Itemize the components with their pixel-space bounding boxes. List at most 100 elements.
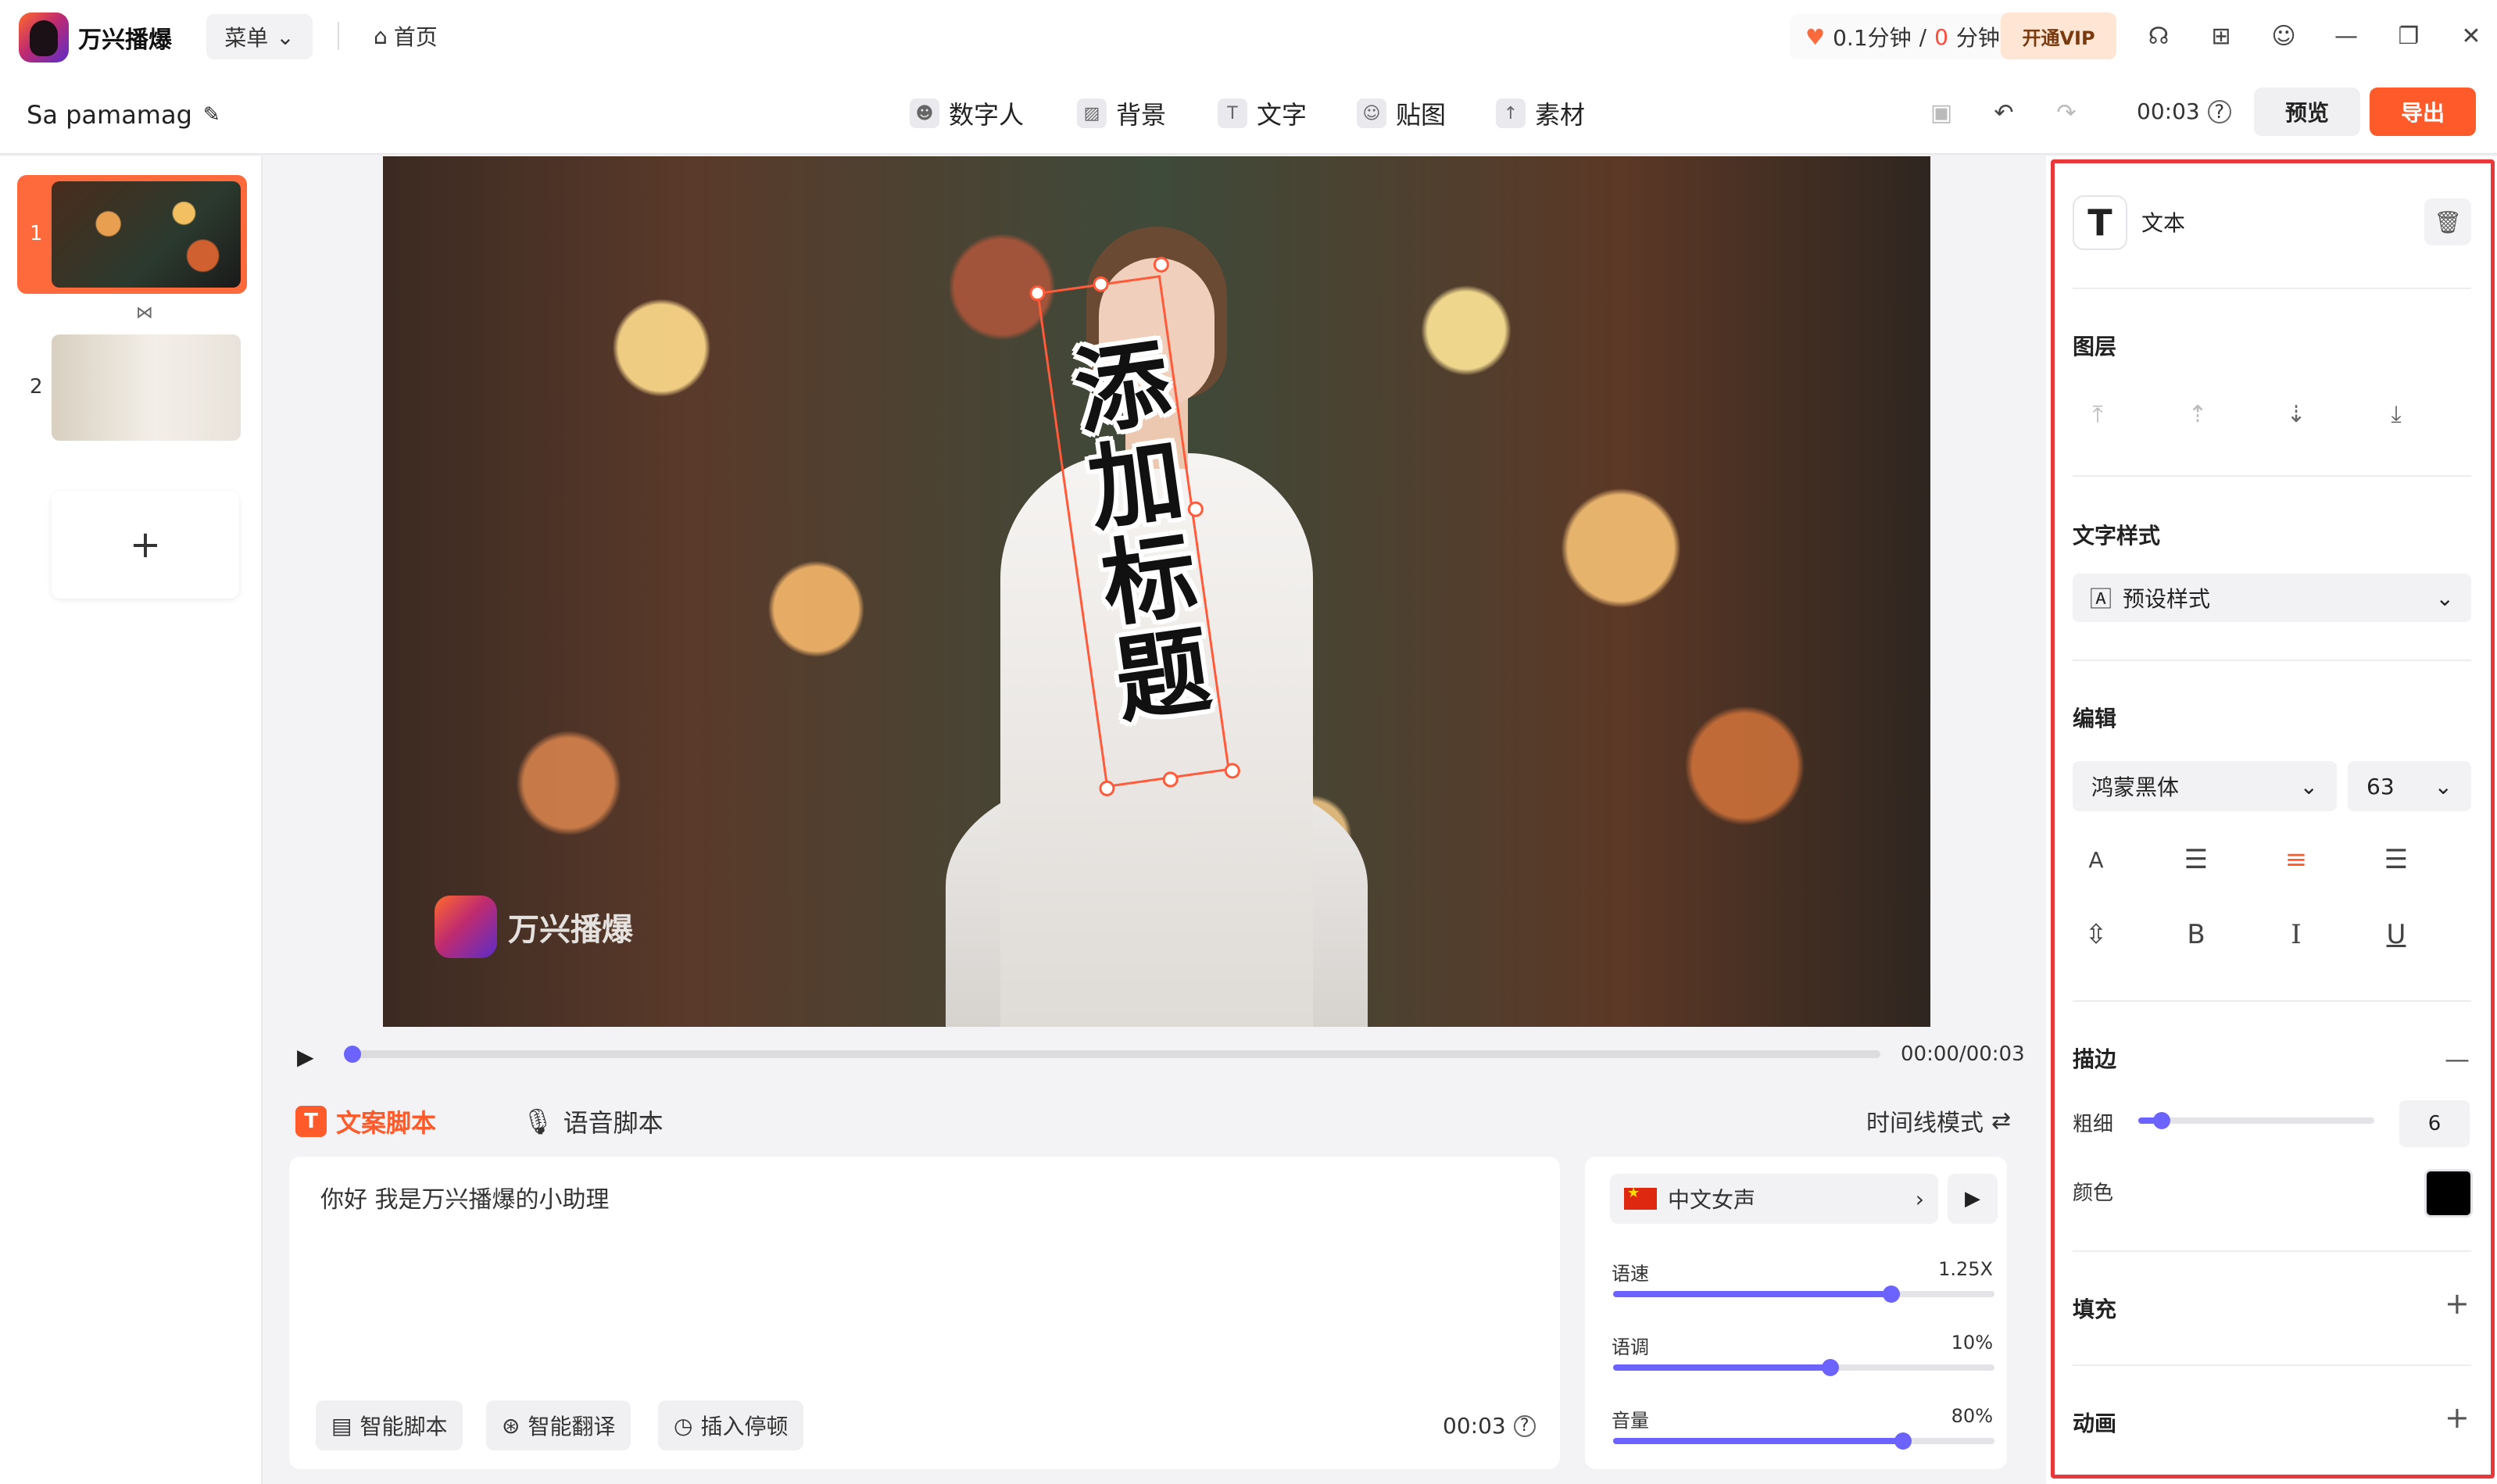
user-icon[interactable]: ☺ [2268,20,2299,52]
divider [338,22,339,50]
app-logo [19,13,69,63]
help-icon[interactable]: ? [2207,99,2231,123]
text-case-icon[interactable]: A [2073,836,2120,883]
minimize-icon[interactable]: — [2331,20,2362,52]
upload-icon: ↑ [1496,98,1526,128]
thickness-label: 粗细 [2073,1113,2114,1136]
home-link[interactable]: ⌂ 首页 [374,20,438,52]
translate-icon: ⊛ [502,1412,521,1439]
progress-track[interactable] [347,1050,1880,1058]
tool-avatar[interactable]: ☻ 数字人 [910,94,1024,133]
align-right-icon[interactable]: ☰ [2373,836,2420,883]
line-spacing-icon[interactable]: ⇳ [2073,911,2120,958]
send-to-back-icon[interactable]: ⤓ [2379,397,2413,431]
add-animation-icon[interactable]: + [2445,1400,2470,1435]
headset-icon[interactable]: ☊ [2143,20,2174,52]
help-icon[interactable]: ? [1513,1414,1536,1437]
underline-icon[interactable]: U [2373,911,2420,958]
stroke-section-title: 描边 [2073,1046,2117,1072]
align-center-icon[interactable]: ≡ [2273,836,2320,883]
edit-icon[interactable]: ✎ [203,103,220,127]
slider-handle[interactable] [1894,1432,1912,1450]
tab-voice-script[interactable]: 🎙 语音脚本 [522,1103,664,1139]
chevron-down-icon: ⌄ [276,23,295,50]
chevron-right-icon: › [1915,1185,1924,1212]
italic-icon[interactable]: I [2273,911,2320,958]
script-duration: 00:03 ? [1443,1413,1536,1439]
transition-icon[interactable]: ⋈ [136,303,153,323]
usage-used: 0.1分钟 [1833,25,1912,51]
align-left-icon[interactable]: ☰ [2173,836,2220,883]
close-icon[interactable]: ✕ [2456,20,2487,52]
tab-label: 语音脚本 [563,1108,664,1138]
thickness-value[interactable]: 6 [2399,1100,2470,1147]
fill-section-title: 填充 [2073,1296,2117,1322]
speed-label: 语速 [1612,1263,1649,1285]
microphone-icon: 🎙 [522,1107,554,1136]
duration-value: 00:03 [2137,98,2200,124]
tool-sticker[interactable]: ☺ 贴图 [1357,94,1446,133]
vip-button[interactable]: 开通VIP [2001,13,2116,59]
divider [2073,1364,2471,1366]
play-icon[interactable]: ▶ [297,1044,314,1070]
preset-style-dropdown[interactable]: 🄰 预设样式 ⌄ [2073,574,2471,622]
smart-script-button[interactable]: ▤ 智能脚本 [316,1400,463,1450]
watermark-logo [435,896,497,958]
pitch-slider[interactable] [1613,1359,1994,1376]
stroke-color-swatch[interactable] [2424,1169,2473,1218]
restore-icon[interactable]: ❐ [2393,20,2424,52]
export-button[interactable]: 导出 [2370,88,2476,136]
script-text[interactable]: 你好 我是万兴播爆的小助理 [320,1180,610,1214]
tool-label: 贴图 [1396,100,1447,130]
script-icon: ▤ [331,1412,352,1439]
smart-translate-button[interactable]: ⊛ 智能翻译 [486,1400,631,1450]
duration-readout: 00:03 ? [2137,98,2231,124]
title-text-element[interactable]: 添加标题 [1028,256,1242,969]
layer-section-title: 图层 [2073,334,2117,359]
voice-play-button[interactable]: ▶ [1948,1174,1998,1224]
font-family-dropdown[interactable]: 鸿蒙黑体 ⌄ [2073,761,2337,811]
tool-material[interactable]: ↑ 素材 [1496,94,1585,133]
scene-thumbnail [52,181,241,288]
slider-handle[interactable] [1822,1359,1840,1376]
trash-icon[interactable]: 🗑 [2424,198,2471,245]
divider [2073,1000,2471,1002]
progress-handle[interactable] [344,1046,361,1063]
scene-item-1[interactable]: 1 [17,175,247,294]
swap-icon: ⇄ [1991,1107,2012,1135]
font-size-dropdown[interactable]: 63 ⌄ [2348,761,2471,811]
grid-icon[interactable]: ⊞ [2205,20,2237,52]
add-scene-button[interactable]: + [52,491,239,599]
speed-slider[interactable] [1613,1286,1994,1303]
send-backward-icon[interactable]: ⇣ [2279,397,2313,431]
thickness-slider[interactable] [2138,1117,2374,1124]
tool-text[interactable]: T 文字 [1218,94,1307,133]
preview-button[interactable]: 预览 [2254,88,2360,136]
chevron-down-icon: ⌄ [2435,585,2454,611]
undo-icon[interactable]: ↶ [1988,97,2019,128]
font-size-value: 63 [2366,773,2395,799]
timeline-mode-toggle[interactable]: 时间线模式 ⇄ [1866,1103,2011,1138]
slider-fill [1613,1364,1831,1371]
redo-icon[interactable]: ↷ [2051,97,2082,128]
bring-forward-icon[interactable]: ⤒ [2080,397,2115,431]
video-canvas[interactable]: 万兴播爆 添加标题 [383,156,1930,1027]
tab-copy-script[interactable]: T 文案脚本 [295,1103,436,1139]
menu-button[interactable]: 菜单 ⌄ [206,14,313,59]
text-script-icon: T [295,1106,327,1137]
tool-label: 背景 [1116,100,1167,130]
tool-background[interactable]: ▨ 背景 [1077,94,1166,133]
insert-pause-button[interactable]: ◷ 插入停顿 [658,1400,804,1450]
avatar-icon: ☻ [910,98,939,128]
collapse-icon[interactable]: — [2445,1044,2470,1074]
add-fill-icon[interactable]: + [2445,1286,2470,1321]
volume-slider[interactable] [1613,1432,1994,1450]
scene-item-2[interactable]: 2 [17,328,247,447]
chevron-down-icon: ⌄ [2299,773,2318,799]
project-name[interactable]: Sa pamamag ✎ [27,100,220,130]
voice-selector[interactable]: 中文女声 › [1610,1174,1938,1224]
bold-icon[interactable]: B [2173,911,2220,958]
save-icon[interactable]: ▣ [1926,97,1957,128]
bring-to-front-icon[interactable]: ⇡ [2180,397,2215,431]
playback-time: 00:00/00:03 [1901,1042,2025,1066]
